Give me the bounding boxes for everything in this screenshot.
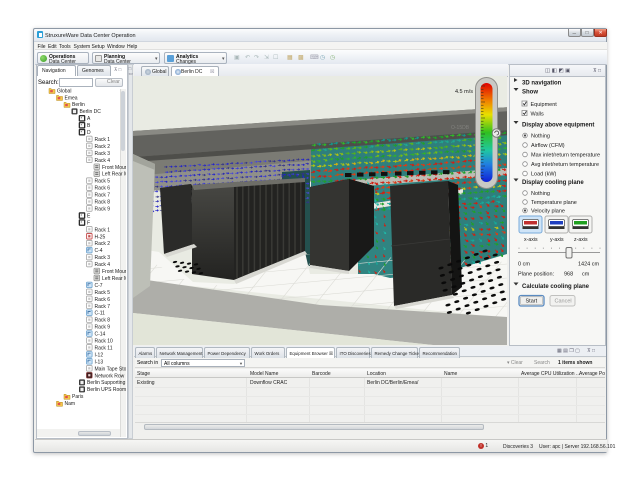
svg-text:Network Row: Network Row [95, 373, 125, 379]
svg-text:Rack 5: Rack 5 [95, 290, 111, 296]
svg-text:Airflow (CFM): Airflow (CFM) [531, 143, 565, 149]
svg-text:Nothing: Nothing [531, 134, 550, 140]
svg-text:Left Rear Moun: Left Rear Moun [102, 172, 126, 178]
svg-text:F: F [87, 220, 90, 226]
svg-text:Rack 11: Rack 11 [95, 345, 113, 351]
svg-text:Rack 10: Rack 10 [95, 339, 114, 345]
svg-text:Cancel: Cancel [555, 299, 572, 305]
svg-text:B: B [87, 123, 91, 129]
svg-text:Walls: Walls [531, 112, 544, 118]
svg-text:I-13: I-13 [95, 359, 104, 365]
svg-text:Temperature plane: Temperature plane [531, 200, 577, 206]
svg-text:C-7: C-7 [95, 283, 103, 289]
svg-text:D: D [87, 130, 91, 136]
svg-text:Show: Show [522, 90, 538, 96]
svg-text:Main Tape Storage: Main Tape Storage [95, 366, 127, 372]
svg-text:3D navigation: 3D navigation [522, 81, 562, 87]
svg-text:Front Mounted: Front Mounted [102, 165, 126, 171]
svg-text:z-axis: z-axis [574, 237, 588, 243]
svg-text:Berlin Supporting Infrastru: Berlin Supporting Infrastru [87, 380, 126, 386]
svg-text:Display above equipment: Display above equipment [522, 123, 594, 129]
svg-text:Berlin DC: Berlin DC [80, 109, 102, 115]
svg-text:Velocity plane: Velocity plane [531, 209, 565, 215]
svg-text:Max inlet/return temperature: Max inlet/return temperature [531, 153, 600, 159]
svg-text:Nam: Nam [65, 401, 76, 407]
svg-text:Front Mounted: Front Mounted [102, 269, 126, 275]
svg-text:Plane position:: Plane position: [518, 272, 555, 278]
svg-text:C-4: C-4 [95, 248, 103, 254]
svg-text:Rack 3: Rack 3 [95, 151, 111, 157]
svg-text:Rack 7: Rack 7 [95, 193, 111, 199]
svg-text:Rack 4: Rack 4 [95, 262, 111, 268]
svg-text:Load (kW): Load (kW) [531, 172, 557, 178]
svg-text:Rack 6: Rack 6 [95, 297, 111, 303]
svg-text:E: E [87, 213, 91, 219]
svg-text:Berlin UPS Room: Berlin UPS Room [87, 387, 126, 393]
svg-text:I-12: I-12 [95, 352, 104, 358]
svg-text:Berlin: Berlin [72, 102, 85, 108]
svg-text:A: A [87, 116, 91, 122]
svg-text:Rack 7: Rack 7 [95, 304, 111, 310]
svg-text:Calculate cooling plane: Calculate cooling plane [522, 284, 590, 290]
svg-text:Left Rear Moun: Left Rear Moun [102, 276, 126, 282]
svg-text:Rack 9: Rack 9 [95, 206, 111, 212]
svg-text:Rack 9: Rack 9 [95, 325, 111, 331]
svg-text:0 cm: 0 cm [518, 262, 530, 268]
svg-text:4.5 m/s: 4.5 m/s [455, 89, 473, 95]
svg-text:Rack 3: Rack 3 [95, 255, 111, 261]
svg-text:Rack 8: Rack 8 [95, 318, 111, 324]
svg-text:Nothing: Nothing [531, 191, 550, 197]
svg-text:y-axis: y-axis [550, 237, 564, 243]
svg-text:cm: cm [582, 272, 590, 278]
svg-text:Rack 6: Rack 6 [95, 186, 111, 192]
svg-text:968: 968 [564, 272, 573, 278]
svg-text:Paris: Paris [72, 394, 84, 400]
svg-text:C-11: C-11 [95, 311, 106, 317]
svg-text:Rack 4: Rack 4 [95, 158, 111, 164]
svg-text:H-25: H-25 [95, 234, 106, 240]
svg-text:Start: Start [526, 299, 538, 305]
svg-text:Rack 1: Rack 1 [95, 137, 111, 143]
svg-text:Rack 2: Rack 2 [95, 241, 111, 247]
svg-text:Rack 8: Rack 8 [95, 200, 111, 206]
svg-text:x-axis: x-axis [524, 237, 538, 243]
svg-text:Avg inlet/return temperature: Avg inlet/return temperature [531, 162, 599, 168]
svg-text:Display cooling plane: Display cooling plane [522, 180, 584, 186]
svg-text:Rack 5: Rack 5 [95, 179, 111, 185]
svg-text:O-15DB: O-15DB [451, 125, 470, 131]
svg-text:Emea: Emea [65, 95, 78, 101]
svg-text:C-14: C-14 [95, 332, 106, 338]
svg-text:Equipment: Equipment [531, 102, 558, 108]
svg-text:Rack 2: Rack 2 [95, 144, 111, 150]
svg-text:Global: Global [57, 88, 71, 94]
svg-text:Rack 1: Rack 1 [95, 227, 111, 233]
svg-text:1424 cm: 1424 cm [578, 262, 600, 268]
